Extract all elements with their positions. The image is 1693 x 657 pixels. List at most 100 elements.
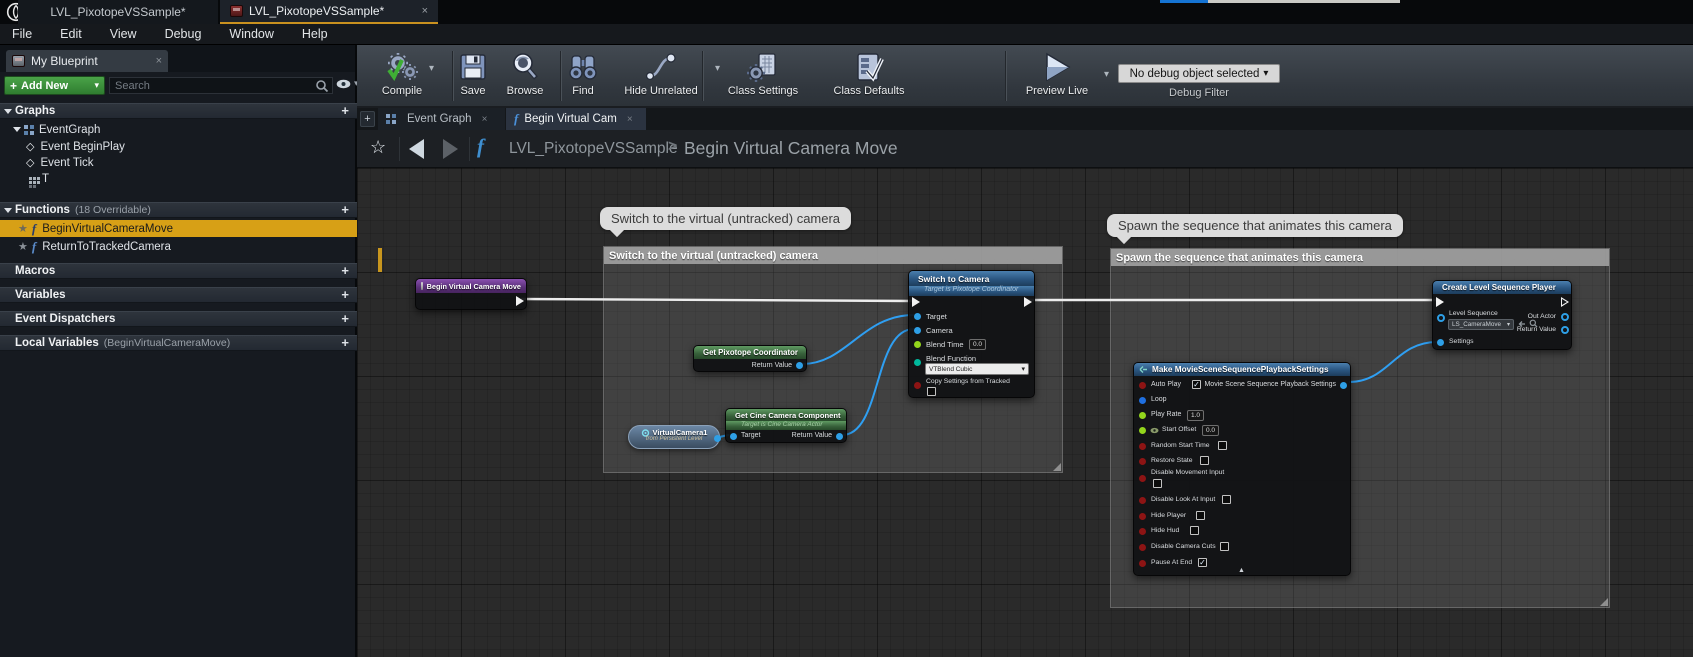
- tree-item-event-beginplay[interactable]: ◇ Event BeginPlay: [0, 138, 357, 155]
- settings-output-pin[interactable]: [1340, 382, 1347, 389]
- blend-function-dropdown[interactable]: VTBlend Cubic ▾: [925, 363, 1029, 375]
- copy-settings-checkbox[interactable]: [927, 387, 936, 396]
- target-pin[interactable]: [914, 313, 921, 320]
- return-value-pin[interactable]: [796, 362, 803, 369]
- copy-settings-pin[interactable]: [914, 382, 921, 389]
- start-offset-pin[interactable]: [1139, 427, 1146, 434]
- preview-live-button[interactable]: Preview Live: [1012, 48, 1102, 97]
- exec-input-pin[interactable]: [912, 297, 920, 307]
- return-value-pin[interactable]: [836, 433, 843, 440]
- exec-output-pin[interactable]: [1561, 297, 1569, 307]
- debug-object-dropdown[interactable]: No debug object selected ▾: [1118, 64, 1280, 83]
- node-switch-to-camera[interactable]: Switch to Camera Target is Pixotope Coor…: [908, 270, 1035, 398]
- resize-handle[interactable]: [1053, 463, 1061, 471]
- pause-at-end-checkbox[interactable]: ✓: [1198, 558, 1207, 567]
- breadcrumb-root[interactable]: LVL_PixotopeVSSample: [509, 140, 678, 158]
- disable-look-at-input-pin[interactable]: [1139, 497, 1146, 504]
- add-new-button[interactable]: + Add New ▾: [4, 76, 105, 95]
- disable-movement-input-checkbox[interactable]: [1153, 479, 1162, 488]
- resize-handle[interactable]: [1600, 598, 1608, 606]
- add-dispatcher-icon[interactable]: +: [341, 314, 349, 324]
- favorite-star-icon[interactable]: ★: [18, 222, 28, 235]
- graphs-section-header[interactable]: Graphs +: [0, 103, 357, 119]
- add-graph-icon[interactable]: +: [341, 106, 349, 116]
- blend-time-value[interactable]: 0.0: [969, 339, 986, 350]
- close-icon[interactable]: ×: [627, 114, 633, 125]
- collapse-pins-icon[interactable]: ▲: [1238, 567, 1245, 574]
- function-item-returntotrackedcamera[interactable]: ★ f ReturnToTrackedCamera: [0, 238, 357, 255]
- node-create-level-sequence-player[interactable]: Create Level Sequence Player Level Seque…: [1432, 280, 1572, 350]
- return-value-pin[interactable]: [1561, 326, 1569, 334]
- play-rate-pin[interactable]: [1139, 412, 1146, 419]
- random-start-time-checkbox[interactable]: [1218, 441, 1227, 450]
- panel-expand-plus-button[interactable]: +: [360, 111, 375, 127]
- blend-function-pin[interactable]: [914, 359, 921, 366]
- camera-pin[interactable]: [914, 327, 921, 334]
- asset-tab-level[interactable]: LVL_PixotopeVSSample*: [18, 0, 218, 24]
- tree-item-t[interactable]: T: [0, 170, 357, 187]
- node-get-cine-camera-component[interactable]: Get Cine Camera Component Target is Cine…: [725, 408, 847, 443]
- close-icon[interactable]: ×: [422, 5, 428, 17]
- out-actor-pin[interactable]: [1561, 313, 1569, 321]
- auto-play-pin[interactable]: [1139, 382, 1146, 389]
- disable-camera-cuts-pin[interactable]: [1139, 544, 1146, 551]
- forward-arrow-icon[interactable]: [443, 139, 458, 159]
- graph-tab-begin-virtual-cam[interactable]: f Begin Virtual Cam ×: [506, 108, 646, 130]
- auto-play-checkbox[interactable]: ✓: [1192, 380, 1201, 389]
- settings-pin[interactable]: [1437, 339, 1444, 346]
- function-item-beginvirtualcameramove[interactable]: ★ f BeginVirtualCameraMove: [0, 220, 357, 237]
- target-pin[interactable]: [730, 433, 737, 440]
- close-icon[interactable]: ×: [482, 114, 488, 125]
- bookmark-star-icon[interactable]: ☆: [370, 137, 386, 158]
- node-get-pixotope-coordinator[interactable]: Get Pixotope Coordinator Return Value: [693, 345, 807, 372]
- back-arrow-icon[interactable]: [409, 139, 424, 159]
- loop-pin[interactable]: [1139, 397, 1146, 404]
- variables-section-header[interactable]: Variables +: [0, 287, 357, 303]
- add-local-variable-icon[interactable]: +: [341, 338, 349, 348]
- compile-button[interactable]: Compile: [367, 48, 437, 97]
- menu-edit[interactable]: Edit: [60, 27, 82, 41]
- restore-state-pin[interactable]: [1139, 458, 1146, 465]
- disable-look-at-input-checkbox[interactable]: [1222, 495, 1231, 504]
- comment-title[interactable]: Spawn the sequence that animates this ca…: [1111, 249, 1609, 266]
- blend-time-pin[interactable]: [914, 341, 921, 348]
- favorite-star-icon[interactable]: ★: [18, 240, 28, 253]
- tree-item-eventgraph[interactable]: EventGraph: [0, 121, 357, 138]
- browse-button[interactable]: Browse: [495, 48, 555, 97]
- search-input[interactable]: [110, 80, 315, 92]
- hide-hud-pin[interactable]: [1139, 528, 1146, 535]
- add-function-icon[interactable]: +: [341, 205, 349, 215]
- pause-at-end-pin[interactable]: [1139, 560, 1146, 567]
- exec-output-pin[interactable]: [516, 296, 524, 306]
- graph-tab-eventgraph[interactable]: Event Graph ×: [378, 108, 505, 130]
- comment-title[interactable]: Switch to the virtual (untracked) camera: [604, 247, 1062, 264]
- save-button[interactable]: Save: [445, 48, 501, 97]
- view-options-button[interactable]: ▾: [336, 78, 359, 89]
- exec-input-pin[interactable]: [1436, 297, 1444, 307]
- menu-file[interactable]: File: [12, 27, 32, 41]
- hide-player-pin[interactable]: [1139, 513, 1146, 520]
- level-sequence-pin[interactable]: [1437, 314, 1445, 322]
- asset-tab-blueprint[interactable]: LVL_PixotopeVSSample* ×: [220, 0, 438, 24]
- start-offset-value[interactable]: 0.0: [1202, 425, 1219, 436]
- macros-section-header[interactable]: Macros +: [0, 263, 357, 279]
- find-button[interactable]: Find: [555, 48, 611, 97]
- functions-section-header[interactable]: Functions (18 Overridable) +: [0, 202, 357, 218]
- node-begin-virtual-camera-move[interactable]: Begin Virtual Camera Move: [415, 278, 527, 310]
- value-output-pin[interactable]: [714, 435, 721, 442]
- node-make-playback-settings[interactable]: Make MovieSceneSequencePlaybackSettings …: [1133, 362, 1351, 576]
- hide-unrelated-button[interactable]: Hide Unrelated: [609, 48, 713, 97]
- add-macro-icon[interactable]: +: [341, 266, 349, 276]
- class-settings-button[interactable]: Class Settings: [713, 48, 813, 97]
- random-start-time-pin[interactable]: [1139, 443, 1146, 450]
- hide-hud-checkbox[interactable]: [1190, 526, 1199, 535]
- restore-state-checkbox[interactable]: [1200, 456, 1209, 465]
- class-defaults-button[interactable]: Class Defaults: [819, 48, 919, 97]
- level-sequence-dropdown[interactable]: LS_CameraMove ▾: [1448, 319, 1514, 330]
- exec-output-pin[interactable]: [1024, 297, 1032, 307]
- menu-view[interactable]: View: [110, 27, 137, 41]
- node-virtualcamera1[interactable]: VirtualCamera1 from Persistent Level: [628, 425, 720, 449]
- disable-camera-cuts-checkbox[interactable]: [1220, 542, 1229, 551]
- play-rate-value[interactable]: 1.0: [1187, 410, 1204, 421]
- hide-player-checkbox[interactable]: [1196, 511, 1205, 520]
